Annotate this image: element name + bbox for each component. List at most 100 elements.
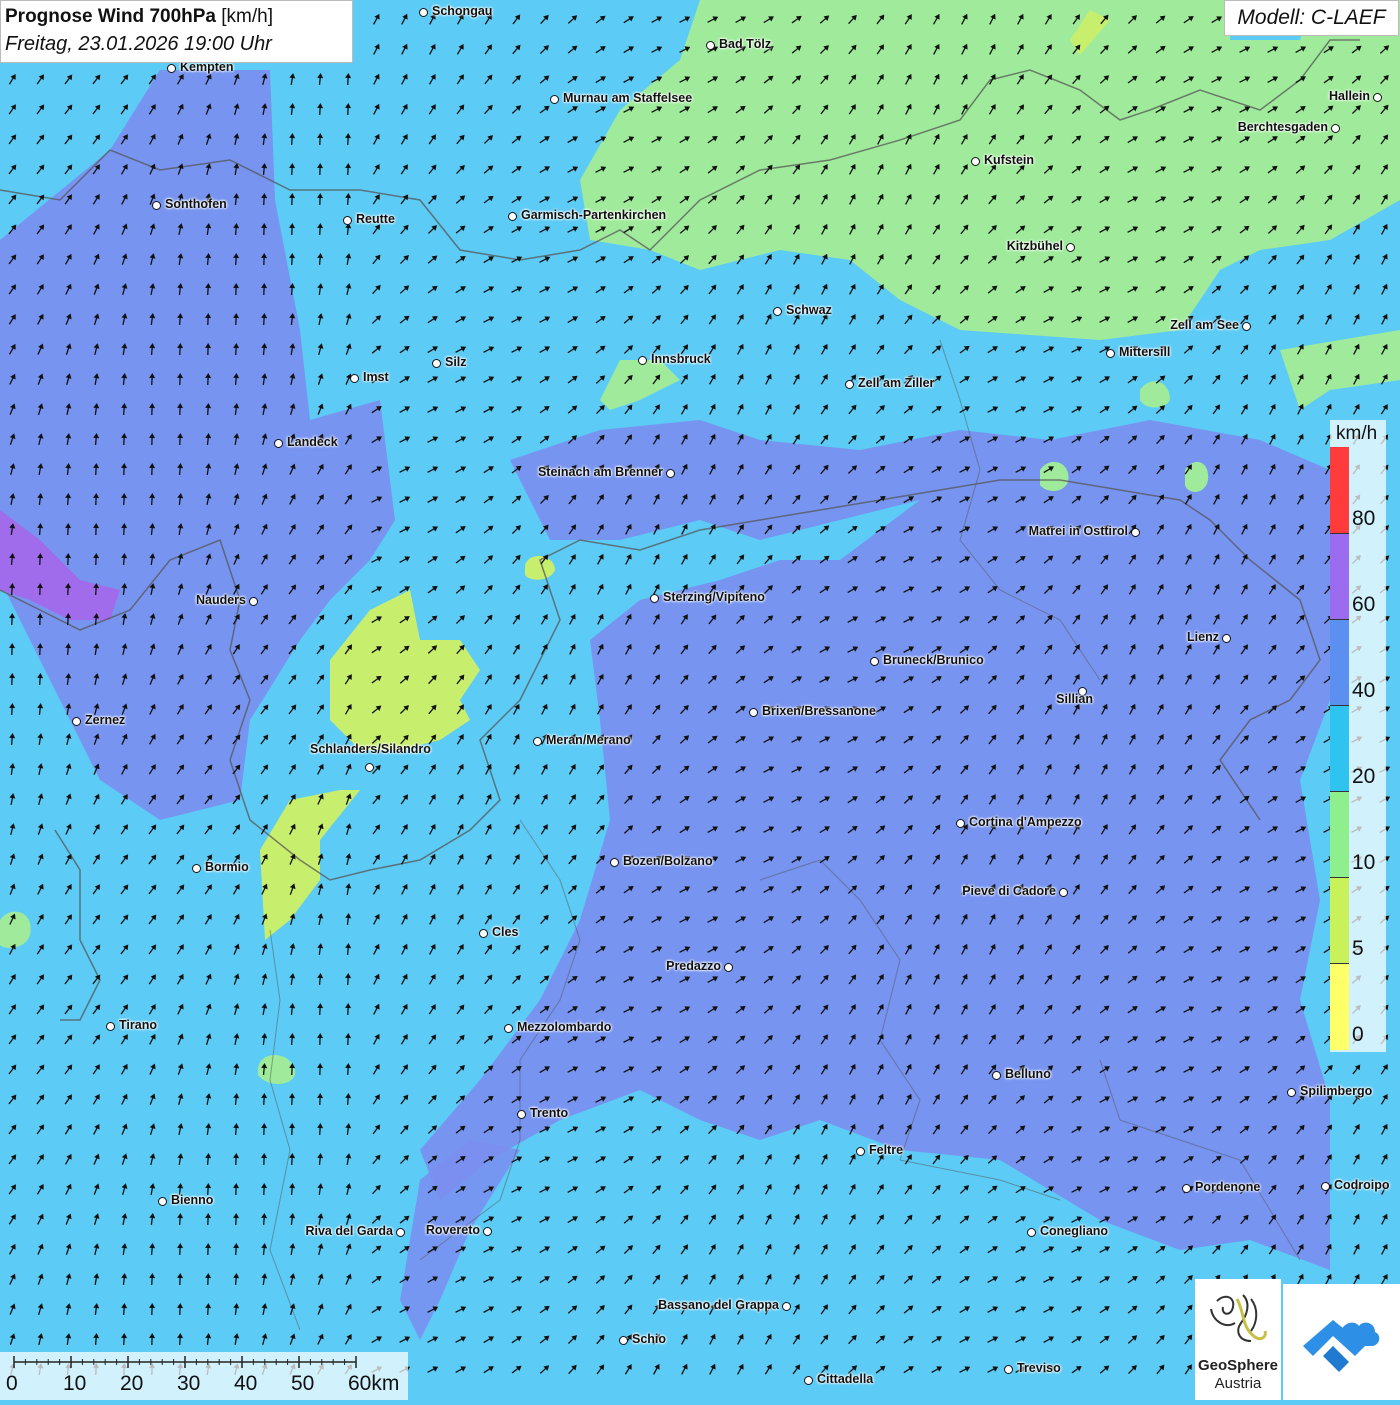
city-label: Bienno (171, 1193, 213, 1207)
legend-tick-label: 40 (1352, 679, 1375, 703)
city-label: Codroipo (1334, 1178, 1390, 1192)
city-dot-icon (1321, 1182, 1330, 1191)
city-dot-icon (1331, 124, 1340, 133)
city-label: Cittadella (817, 1372, 873, 1386)
city-label: Bassano del Grappa (658, 1298, 779, 1312)
legend-unit: km/h (1336, 423, 1377, 445)
legend-color-band (1330, 877, 1349, 964)
city-label: Riva del Garda (305, 1224, 393, 1238)
scale-label: 60km (348, 1372, 399, 1396)
city-label: Spilimbergo (1300, 1084, 1372, 1098)
city-label: Lienz (1187, 630, 1219, 644)
city-label: Sonthofen (165, 197, 227, 211)
title-box: Prognose Wind 700hPa [km/h] Freitag, 23.… (0, 0, 353, 63)
city-label: Silz (445, 355, 467, 369)
city-label: Steinach am Brenner (538, 465, 663, 479)
city-label: Conegliano (1040, 1224, 1108, 1238)
city-dot-icon (1131, 528, 1140, 537)
city-label: Schwaz (786, 303, 832, 317)
scale-label: 20 (120, 1372, 143, 1396)
city-dot-icon (533, 737, 542, 746)
map-title: Prognose Wind 700hPa [km/h] (5, 4, 348, 30)
city-label: Bruneck/Brunico (883, 653, 984, 667)
city-dot-icon (870, 657, 879, 666)
legend-tick-label: 10 (1352, 851, 1375, 875)
city-label: Reutte (356, 212, 395, 226)
city-dot-icon (971, 157, 980, 166)
city-label: Bad Tölz (719, 37, 771, 51)
city-label: Pordenone (1195, 1180, 1260, 1194)
city-dot-icon (508, 212, 517, 221)
city-dot-icon (1373, 93, 1382, 102)
city-dot-icon (956, 819, 965, 828)
city-label: Zell am See (1170, 318, 1239, 332)
city-label: Schongau (432, 4, 492, 18)
city-label: Berchtesgaden (1238, 120, 1328, 134)
city-dot-icon (192, 864, 201, 873)
city-dot-icon (72, 717, 81, 726)
city-dot-icon (1106, 349, 1115, 358)
city-dot-icon (706, 41, 715, 50)
city-dot-icon (152, 201, 161, 210)
city-dot-icon (992, 1071, 1001, 1080)
weather-app-logo (1283, 1284, 1400, 1400)
city-label: Meran/Merano (546, 733, 631, 747)
city-label: Kitzbühel (1007, 239, 1063, 253)
city-dot-icon (274, 439, 283, 448)
scale-label: 10 (63, 1372, 86, 1396)
city-label: Bozen/Bolzano (623, 854, 713, 868)
city-label: Bormio (205, 860, 249, 874)
city-dot-icon (666, 469, 675, 478)
city-label: Schio (632, 1332, 666, 1346)
city-dot-icon (1287, 1088, 1296, 1097)
city-dot-icon (1066, 243, 1075, 252)
city-dot-icon (158, 1197, 167, 1206)
city-label: Zell am Ziller (858, 376, 934, 390)
city-label: Belluno (1005, 1067, 1051, 1081)
city-dot-icon (249, 597, 258, 606)
city-label: Landeck (287, 435, 338, 449)
city-label: Sterzing/Vipiteno (663, 590, 765, 604)
city-dot-icon (724, 963, 733, 972)
city-label: Mezzolombardo (517, 1020, 611, 1034)
city-label: Hallein (1329, 89, 1370, 103)
legend-tick-label: 20 (1352, 765, 1375, 789)
city-dot-icon (479, 929, 488, 938)
legend-color-band (1330, 447, 1349, 533)
city-label: Treviso (1017, 1361, 1061, 1375)
logo-text-line1: GeoSphere (1195, 1357, 1281, 1374)
city-dot-icon (1182, 1184, 1191, 1193)
city-dot-icon (650, 594, 659, 603)
city-dot-icon (350, 374, 359, 383)
city-dot-icon (550, 95, 559, 104)
logo-text-line2: Austria (1195, 1375, 1281, 1392)
city-label: Trento (530, 1106, 568, 1120)
city-label: Rovereto (426, 1223, 480, 1237)
cloud-chevron-icon (1283, 1284, 1400, 1400)
city-label: Nauders (196, 593, 246, 607)
city-dot-icon (1059, 888, 1068, 897)
city-dot-icon (773, 307, 782, 316)
city-dot-icon (106, 1022, 115, 1031)
legend-color-band (1330, 619, 1349, 706)
city-label: Tirano (119, 1018, 157, 1032)
city-dot-icon (610, 858, 619, 867)
model-label: Modell: C-LAEF (1224, 0, 1399, 36)
legend-tick-label: 80 (1352, 507, 1375, 531)
city-label: Murnau am Staffelsee (563, 91, 692, 105)
city-label: Imst (363, 370, 389, 384)
legend-color-band (1330, 791, 1349, 878)
legend-color-band (1330, 705, 1349, 792)
city-label: Zernez (85, 713, 125, 727)
legend-tick-label: 0 (1352, 1023, 1364, 1047)
city-dot-icon (1222, 634, 1231, 643)
title-unit: [km/h] (221, 6, 273, 27)
legend-tick-label: 5 (1352, 937, 1364, 961)
city-dot-icon (619, 1336, 628, 1345)
wind-map: SchongauBad TölzKemptenHalleinMurnau am … (0, 0, 1400, 1400)
city-label: Cortina d'Ampezzo (969, 815, 1082, 829)
scale-label: 50 (291, 1372, 314, 1396)
city-dot-icon (1242, 322, 1251, 331)
city-dot-icon (1027, 1228, 1036, 1237)
city-label: Garmisch-Partenkirchen (521, 208, 666, 222)
